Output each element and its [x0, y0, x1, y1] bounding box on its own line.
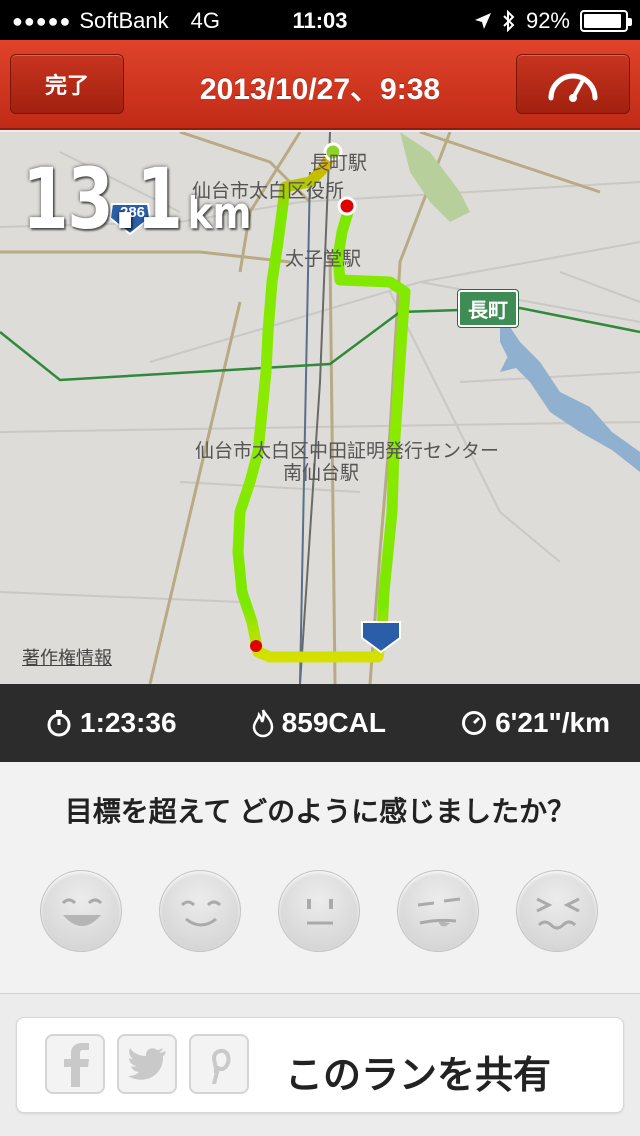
very-happy-face-button[interactable]: [40, 870, 122, 952]
neutral-face-icon: [307, 899, 333, 925]
share-area: このランを共有: [0, 995, 640, 1136]
location-arrow-icon: [474, 13, 491, 29]
unsure-face-button[interactable]: [397, 870, 479, 952]
distance-value: 13.1: [22, 150, 183, 248]
feedback-question: 目標を超えて どのように感じましたか？: [64, 796, 576, 827]
facebook-share-button[interactable]: [45, 1034, 105, 1094]
done-button[interactable]: 完了: [10, 54, 124, 114]
very-happy-face-icon: [61, 898, 103, 926]
speedometer-button[interactable]: [516, 54, 630, 114]
flame-icon: [252, 709, 273, 738]
stopwatch-icon: [47, 710, 71, 737]
battery-percent: 92%: [525, 8, 570, 33]
share-label: このランを共有: [285, 1055, 552, 1097]
facebook-icon: [64, 1043, 89, 1087]
pace-gauge-icon: [462, 711, 487, 735]
map-label-ward-office: 仙台市太白区役所: [192, 181, 345, 202]
calories-stat: 859CAL: [252, 707, 386, 739]
tired-face-button[interactable]: [516, 870, 598, 952]
battery-icon: [580, 10, 632, 32]
map-label-minami-sendai: 南仙台駅: [283, 463, 360, 484]
copyright-link[interactable]: 著作権情報: [22, 644, 112, 670]
run-route: [232, 146, 411, 663]
neutral-face-button[interactable]: [278, 870, 360, 952]
duration-value: 1:23:36: [80, 707, 177, 738]
feedback-section: 目標を超えて どのように感じましたか？: [0, 762, 640, 994]
happy-face-button[interactable]: [159, 870, 241, 952]
calories-value: 859CAL: [281, 707, 386, 738]
pinterest-icon: [211, 1049, 231, 1084]
road-sign-nagamachi: 長町: [457, 289, 519, 328]
status-bar: ●●●●● SoftBank 4G 11:03 92%: [0, 0, 640, 40]
happy-face-icon: [180, 900, 222, 927]
bluetooth-icon: [503, 10, 515, 32]
duration-stat: 1:23:36: [46, 707, 177, 739]
map-river: [500, 312, 640, 472]
speedometer-icon: [548, 73, 598, 102]
tired-face-icon: [536, 897, 580, 930]
map-label-taishido-station: 太子堂駅: [285, 249, 362, 270]
route-shield-number: 286: [120, 204, 146, 221]
route-map[interactable]: 13.1 km 長町駅 仙台市太白区役所 太子堂駅 仙台市太白区中田証明発行セン…: [0, 132, 640, 684]
twitter-icon: [128, 1048, 166, 1080]
navigation-bar: 完了 2013/10/27、9:38: [0, 40, 640, 130]
share-run-button[interactable]: このランを共有: [16, 1017, 624, 1113]
expressway-icon: [361, 621, 401, 654]
twitter-share-button[interactable]: [117, 1034, 177, 1094]
unsure-face-icon: [417, 897, 461, 927]
route-hot-spot: [250, 640, 262, 652]
pinterest-share-button[interactable]: [189, 1034, 249, 1094]
run-stats-bar: 1:23:36 859CAL 6'21"/km: [0, 684, 640, 762]
pace-stat: 6'21"/km: [461, 707, 610, 739]
mood-selector: [40, 870, 598, 952]
map-label-nagamachi-station: 長町駅: [310, 153, 368, 174]
pace-value: 6'21"/km: [495, 707, 610, 738]
run-date-title: 2013/10/27、9:38: [199, 73, 441, 106]
